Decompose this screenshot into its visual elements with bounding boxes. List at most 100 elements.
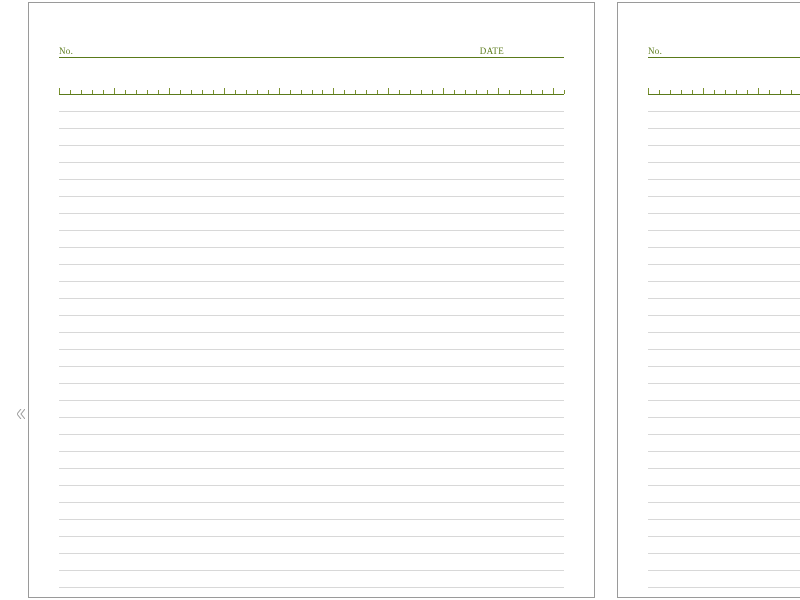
ruled-line [648, 333, 800, 350]
tick-mark [542, 90, 543, 94]
tick-mark [103, 90, 104, 94]
notebook-page: No. DATE [617, 2, 800, 598]
ruled-line [59, 520, 564, 537]
header-line: No. DATE [59, 43, 564, 58]
ruled-line [648, 537, 800, 554]
tick-ruler [59, 88, 564, 95]
tick-mark [377, 90, 378, 94]
ruled-line [59, 384, 564, 401]
ruled-line [59, 282, 564, 299]
ruled-line [648, 282, 800, 299]
ruled-line [648, 180, 800, 197]
tick-mark [92, 90, 93, 94]
ruled-line [648, 299, 800, 316]
ruled-line [59, 503, 564, 520]
tick-mark [180, 90, 181, 94]
chevron-left-double-icon [17, 409, 25, 419]
tick-mark [432, 90, 433, 94]
tick-mark [769, 90, 770, 94]
tick-mark [59, 88, 60, 94]
ruled-line [59, 146, 564, 163]
ruled-line [648, 316, 800, 333]
tick-mark [322, 90, 323, 94]
ruled-line [648, 469, 800, 486]
ruled-line [59, 129, 564, 146]
tick-mark [747, 90, 748, 94]
ruled-line [648, 554, 800, 571]
ruled-line [59, 163, 564, 180]
tick-mark [147, 90, 148, 94]
tick-mark [454, 90, 455, 94]
tick-mark [268, 90, 269, 94]
tick-mark [125, 90, 126, 94]
ruled-lines [648, 95, 800, 600]
ruled-line [648, 367, 800, 384]
ruled-line [648, 503, 800, 520]
tick-mark [736, 90, 737, 94]
header-no-label: No. [59, 46, 73, 56]
tick-mark [553, 88, 554, 94]
ruled-line [648, 95, 800, 112]
ruled-lines [59, 95, 564, 600]
ruled-line [59, 571, 564, 588]
tick-mark [476, 90, 477, 94]
tick-mark [213, 90, 214, 94]
tick-mark [224, 88, 225, 94]
tick-mark [564, 90, 565, 94]
ruled-line [59, 554, 564, 571]
tick-mark [791, 90, 792, 94]
ruled-line [648, 520, 800, 537]
ruled-line [59, 112, 564, 129]
notebook-page: No. DATE [28, 2, 595, 598]
tick-mark [520, 90, 521, 94]
tick-mark [70, 90, 71, 94]
tick-mark [279, 88, 280, 94]
tick-mark [257, 90, 258, 94]
tick-mark [421, 90, 422, 94]
tick-mark [399, 90, 400, 94]
ruled-line [59, 537, 564, 554]
ruled-line [59, 486, 564, 503]
ruled-line [648, 486, 800, 503]
ruled-line [59, 333, 564, 350]
ruled-line [59, 469, 564, 486]
ruled-line [648, 129, 800, 146]
ruled-line [59, 299, 564, 316]
tick-mark [780, 90, 781, 94]
ruled-line [59, 418, 564, 435]
ruled-line [648, 112, 800, 129]
tick-mark [410, 90, 411, 94]
header-date-label: DATE [480, 46, 504, 56]
ruled-line [59, 95, 564, 112]
tick-mark [202, 90, 203, 94]
tick-mark [648, 88, 649, 94]
ruled-line [59, 401, 564, 418]
ruled-line [648, 197, 800, 214]
tick-mark [136, 90, 137, 94]
tick-mark [443, 88, 444, 94]
tick-mark [681, 90, 682, 94]
ruled-line [648, 401, 800, 418]
ruled-line [59, 367, 564, 384]
tick-mark [191, 90, 192, 94]
tick-mark [498, 88, 499, 94]
tick-mark [725, 90, 726, 94]
tick-mark [312, 90, 313, 94]
tick-mark [114, 88, 115, 94]
tick-mark [301, 90, 302, 94]
header-line: No. DATE [648, 43, 800, 58]
ruled-line [59, 197, 564, 214]
tick-mark [81, 90, 82, 94]
ruled-line [59, 435, 564, 452]
page-sheet: No. DATE [59, 43, 564, 600]
header-spacer [648, 58, 800, 88]
ruled-line [59, 180, 564, 197]
tick-mark [246, 90, 247, 94]
tick-mark [714, 90, 715, 94]
tick-mark [509, 90, 510, 94]
tick-mark [670, 90, 671, 94]
ruled-line [59, 231, 564, 248]
ruled-line [648, 418, 800, 435]
collapse-handle[interactable] [16, 408, 26, 420]
ruled-line [648, 588, 800, 600]
